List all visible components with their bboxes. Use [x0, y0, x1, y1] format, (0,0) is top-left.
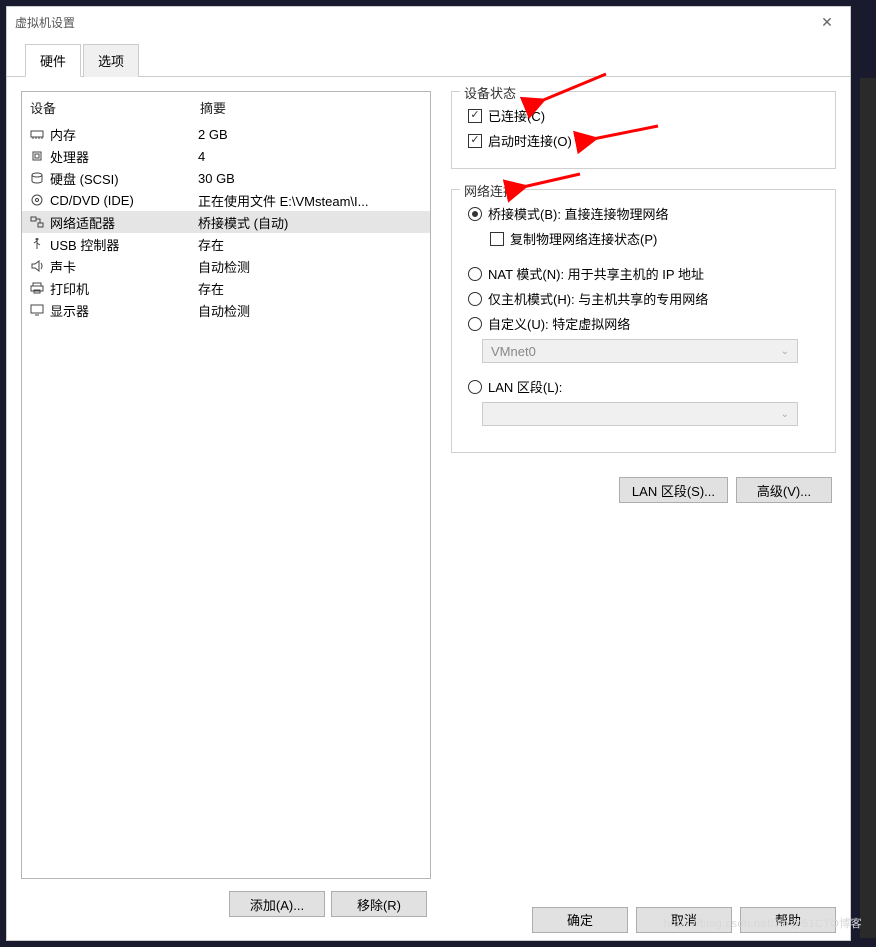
replicate-checkbox[interactable]: 复制物理网络连接状态(P): [486, 229, 823, 248]
device-row[interactable]: 网络适配器 桥接模式 (自动): [22, 211, 430, 233]
replicate-label: 复制物理网络连接状态(P): [510, 229, 657, 248]
device-status-group: 设备状态 ✓ 已连接(C) ✓ 启动时连接(O): [451, 91, 836, 169]
device-name: CD/DVD (IDE): [50, 193, 134, 208]
background-fragment: [860, 78, 876, 938]
connect-poweron-label: 启动时连接(O): [488, 131, 572, 150]
device-summary: 存在: [198, 279, 424, 298]
device-name: 显示器: [50, 301, 89, 320]
lan-segments-button[interactable]: LAN 区段(S)...: [619, 477, 728, 503]
custom-radio[interactable]: 自定义(U): 特定虚拟网络: [464, 314, 823, 333]
radio-icon: [468, 292, 482, 306]
device-summary: 自动检测: [198, 257, 424, 276]
close-icon[interactable]: ✕: [812, 14, 842, 31]
tab-hardware[interactable]: 硬件: [25, 44, 81, 77]
device-name: USB 控制器: [50, 235, 119, 254]
device-row[interactable]: USB 控制器 存在: [22, 233, 430, 255]
nat-radio[interactable]: NAT 模式(N): 用于共享主机的 IP 地址: [464, 264, 823, 283]
right-pane: 设备状态 ✓ 已连接(C) ✓ 启动时连接(O) 网络连接 桥接模式(B): 直…: [451, 91, 836, 921]
device-name: 内存: [50, 125, 76, 144]
device-summary: 自动检测: [198, 301, 424, 320]
custom-network-value: VMnet0: [491, 344, 536, 359]
device-summary: 4: [198, 149, 424, 164]
bridged-label: 桥接模式(B): 直接连接物理网络: [488, 204, 669, 223]
radio-icon: [468, 207, 482, 221]
device-row[interactable]: 硬盘 (SCSI) 30 GB: [22, 167, 430, 189]
connect-poweron-checkbox[interactable]: ✓ 启动时连接(O): [464, 131, 823, 150]
bridged-radio[interactable]: 桥接模式(B): 直接连接物理网络: [464, 204, 823, 223]
sound-icon: [28, 258, 46, 274]
device-row[interactable]: 显示器 自动检测: [22, 299, 430, 321]
device-row[interactable]: 处理器 4: [22, 145, 430, 167]
usb-icon: [28, 236, 46, 252]
device-status-legend: 设备状态: [460, 83, 520, 102]
device-name: 处理器: [50, 147, 89, 166]
network-connection-legend: 网络连接: [460, 181, 520, 200]
lan-segment-radio[interactable]: LAN 区段(L):: [464, 377, 823, 396]
advanced-button[interactable]: 高级(V)...: [736, 477, 832, 503]
radio-icon: [468, 267, 482, 281]
device-summary: 30 GB: [198, 171, 424, 186]
hostonly-radio[interactable]: 仅主机模式(H): 与主机共享的专用网络: [464, 289, 823, 308]
radio-icon: [468, 317, 482, 331]
checkbox-icon: ✓: [468, 134, 482, 148]
header-device: 设备: [30, 98, 200, 117]
left-pane: 设备 摘要 内存 2 GB 处理器 4 硬盘 (SCSI) 30 GB CD/DVD (ID…: [21, 91, 431, 921]
device-name: 打印机: [50, 279, 89, 298]
network-buttons: LAN 区段(S)... 高级(V)...: [451, 473, 836, 507]
hostonly-label: 仅主机模式(H): 与主机共享的专用网络: [488, 289, 708, 308]
cpu-icon: [28, 148, 46, 164]
device-summary: 正在使用文件 E:\VMsteam\I...: [198, 191, 424, 210]
chevron-down-icon: ⌄: [781, 346, 789, 357]
connected-label: 已连接(C): [488, 106, 545, 125]
device-row[interactable]: 打印机 存在: [22, 277, 430, 299]
header-summary: 摘要: [200, 98, 422, 117]
device-list[interactable]: 设备 摘要 内存 2 GB 处理器 4 硬盘 (SCSI) 30 GB CD/DVD (ID…: [21, 91, 431, 879]
device-name: 网络适配器: [50, 213, 115, 232]
device-row[interactable]: 内存 2 GB: [22, 123, 430, 145]
cd-icon: [28, 192, 46, 208]
radio-icon: [468, 380, 482, 394]
device-summary: 桥接模式 (自动): [198, 213, 424, 232]
watermark: https://blog.csdn.net/Jar@51CTO博客: [664, 915, 862, 931]
checkbox-icon: ✓: [468, 109, 482, 123]
lan-segment-dropdown: ⌄: [482, 402, 798, 426]
printer-icon: [28, 280, 46, 296]
device-summary: 存在: [198, 235, 424, 254]
nat-label: NAT 模式(N): 用于共享主机的 IP 地址: [488, 264, 704, 283]
custom-network-dropdown: VMnet0 ⌄: [482, 339, 798, 363]
checkbox-icon: [490, 232, 504, 246]
custom-label: 自定义(U): 特定虚拟网络: [488, 314, 630, 333]
device-row[interactable]: 声卡 自动检测: [22, 255, 430, 277]
device-name: 硬盘 (SCSI): [50, 169, 119, 188]
disk-icon: [28, 170, 46, 186]
device-list-header: 设备 摘要: [22, 92, 430, 123]
tab-options[interactable]: 选项: [83, 44, 139, 77]
lan-segment-label: LAN 区段(L):: [488, 377, 562, 396]
tab-strip: 硬件 选项: [7, 37, 850, 77]
content-area: 设备 摘要 内存 2 GB 处理器 4 硬盘 (SCSI) 30 GB CD/DVD (ID…: [7, 77, 850, 929]
device-name: 声卡: [50, 257, 76, 276]
network-connection-group: 网络连接 桥接模式(B): 直接连接物理网络 复制物理网络连接状态(P) NAT…: [451, 189, 836, 453]
device-summary: 2 GB: [198, 127, 424, 142]
network-icon: [28, 214, 46, 230]
dialog-window: 虚拟机设置 ✕ 硬件 选项 设备 摘要 内存 2 GB 处理器 4 硬盘 (SCSI) 3…: [6, 6, 851, 941]
chevron-down-icon: ⌄: [781, 409, 789, 420]
ok-button[interactable]: 确定: [532, 907, 628, 933]
memory-icon: [28, 126, 46, 142]
window-title: 虚拟机设置: [15, 14, 75, 31]
display-icon: [28, 302, 46, 318]
titlebar: 虚拟机设置 ✕: [7, 7, 850, 37]
device-row[interactable]: CD/DVD (IDE) 正在使用文件 E:\VMsteam\I...: [22, 189, 430, 211]
connected-checkbox[interactable]: ✓ 已连接(C): [464, 106, 823, 125]
